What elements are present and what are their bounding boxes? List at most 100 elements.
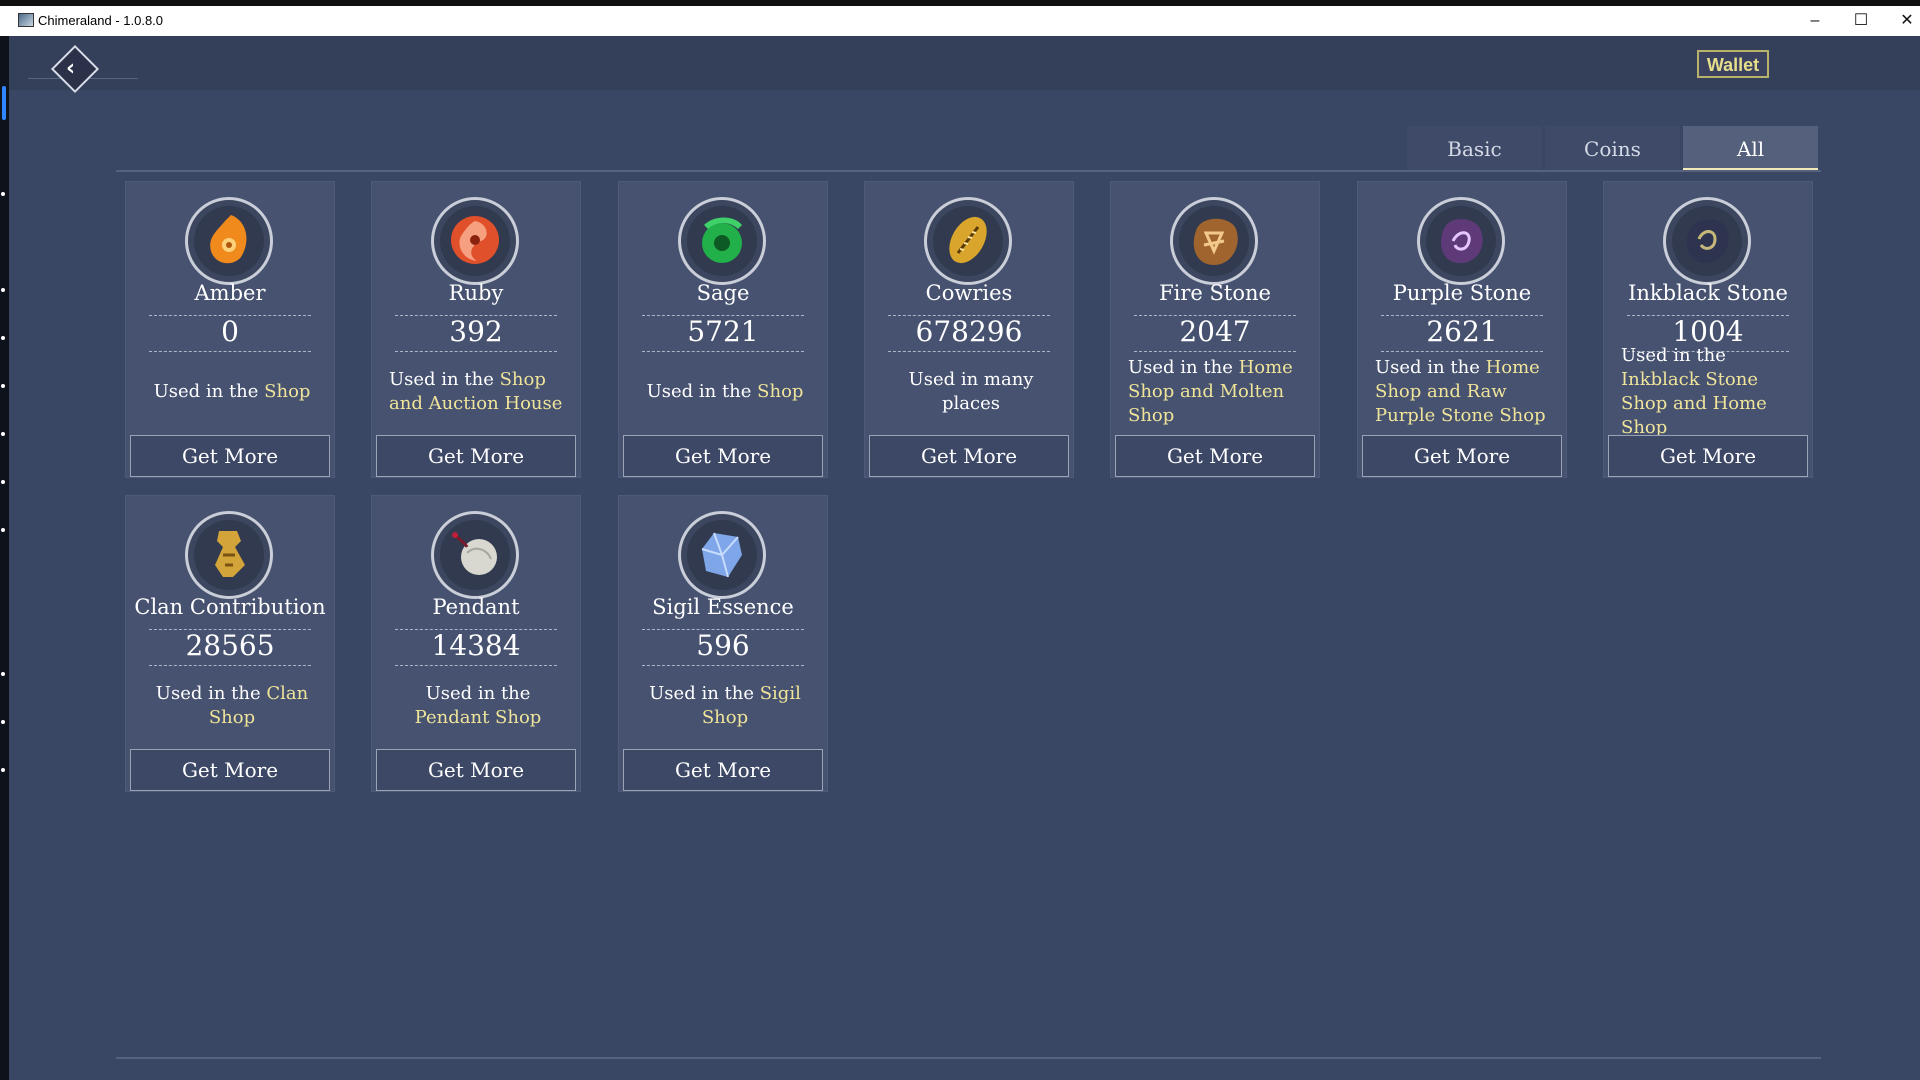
edge-dot xyxy=(1,384,5,388)
currency-name: Inkblack Stone xyxy=(1628,281,1788,305)
left-edge-strip xyxy=(0,36,9,1080)
get-more-button[interactable]: Get More xyxy=(623,435,823,477)
usage-shop-link: Shop xyxy=(757,381,804,402)
get-more-button[interactable]: Get More xyxy=(1608,435,1808,477)
sage-icon xyxy=(702,217,742,263)
currency-name: Sigil Essence xyxy=(652,595,794,619)
currency-card: Fire Stone 2047 Used in the Home Shop and … xyxy=(1110,181,1320,478)
window-title-bar: Chimeraland - 1.0.8.0 – ☐ ✕ xyxy=(0,0,1920,36)
usage-prefix: Used in the xyxy=(153,381,265,402)
edge-highlight xyxy=(2,86,6,120)
currency-name: Pendant xyxy=(432,595,520,619)
get-more-button[interactable]: Get More xyxy=(376,749,576,791)
usage-description: Used in many places xyxy=(882,353,1060,431)
divider xyxy=(395,665,557,666)
currency-count: 2047 xyxy=(1179,315,1251,348)
usage-prefix: Used in the xyxy=(1128,357,1239,378)
currency-count: 678296 xyxy=(915,315,1023,348)
currency-card: Purple Stone 2621 Used in the Home Shop an… xyxy=(1357,181,1567,478)
currency-card: Amber 0 Used in the Shop Get More xyxy=(125,181,335,478)
get-more-button[interactable]: Get More xyxy=(130,435,330,477)
currency-card: Sigil Essence 596 Used in the Sigil Shop Ge… xyxy=(618,495,828,792)
currency-card: Ruby 392 Used in the Shop and Auction Hous… xyxy=(371,181,581,478)
divider xyxy=(642,665,804,666)
window-title: Chimeraland - 1.0.8.0 xyxy=(38,13,164,28)
usage-shop-link: Shop xyxy=(264,381,311,402)
clan-token-icon xyxy=(215,531,245,577)
edge-dot xyxy=(1,480,5,484)
divider xyxy=(888,351,1050,352)
usage-prefix: Used in the xyxy=(1621,345,1726,366)
usage-description: Used in the Pendant Shop xyxy=(389,667,567,745)
tab-basic[interactable]: Basic xyxy=(1407,126,1542,172)
ruby-icon xyxy=(451,216,499,264)
usage-description: Used in the Home Shop and Raw Purple Sto… xyxy=(1375,353,1553,431)
usage-prefix: Used in the xyxy=(155,683,267,704)
currency-count: 5721 xyxy=(687,315,759,348)
get-more-button[interactable]: Get More xyxy=(623,749,823,791)
edge-dot xyxy=(1,528,5,532)
usage-description: Used in the Shop and Auction House xyxy=(389,353,567,431)
get-more-button[interactable]: Get More xyxy=(376,435,576,477)
currency-count: 14384 xyxy=(431,629,521,662)
chevron-left-icon: ‹ xyxy=(66,56,76,81)
wallet-button[interactable]: Wallet xyxy=(1697,50,1769,78)
tab-coins[interactable]: Coins xyxy=(1545,126,1680,172)
currency-name: Sage xyxy=(696,281,750,305)
currency-name: Clan Contribution xyxy=(134,595,326,619)
close-button[interactable]: ✕ xyxy=(1884,6,1920,36)
back-button[interactable]: ‹ xyxy=(28,42,138,98)
edge-dot xyxy=(1,288,5,292)
divider xyxy=(149,351,311,352)
usage-description: Used in the Home Shop and Molten Shop xyxy=(1128,353,1306,431)
edge-dot xyxy=(1,672,5,676)
usage-prefix: Used in the xyxy=(646,381,758,402)
edge-dot xyxy=(1,192,5,196)
currency-name: Cowries xyxy=(925,281,1013,305)
get-more-button[interactable]: Get More xyxy=(1362,435,1562,477)
currency-card: Pendant 14384 Used in the Pendant Shop Get … xyxy=(371,495,581,792)
sigil-crystal-icon xyxy=(701,532,742,578)
edge-dot xyxy=(1,336,5,340)
amber-icon xyxy=(210,215,247,264)
currency-count: 392 xyxy=(449,315,503,348)
divider xyxy=(395,351,557,352)
currency-name: Purple Stone xyxy=(1392,281,1532,305)
currency-count: 28565 xyxy=(185,629,275,662)
divider xyxy=(1381,351,1543,352)
usage-description: Used in the Inkblack Stone Shop and Home… xyxy=(1621,345,1799,438)
usage-description: Used in the Clan Shop xyxy=(143,667,321,745)
usage-prefix: Used in the xyxy=(389,369,500,390)
maximize-button[interactable]: ☐ xyxy=(1838,6,1884,36)
cowrie-shell-icon xyxy=(949,216,987,264)
currency-card: Clan Contribution 28565 Used in the Clan S… xyxy=(125,495,335,792)
purple-stone-icon xyxy=(1441,219,1483,264)
usage-shop-link: Inkblack Stone Shop and Home Shop xyxy=(1621,369,1767,438)
edge-dot xyxy=(1,720,5,724)
currency-count: 2621 xyxy=(1426,315,1498,348)
get-more-button[interactable]: Get More xyxy=(130,749,330,791)
get-more-button[interactable]: Get More xyxy=(1115,435,1315,477)
edge-dot xyxy=(1,768,5,772)
minimize-button[interactable]: – xyxy=(1792,6,1838,36)
currency-count: 596 xyxy=(696,629,750,662)
tabs-divider xyxy=(116,170,1821,172)
usage-description: Used in the Shop xyxy=(143,353,321,431)
app-icon xyxy=(18,13,34,27)
usage-prefix: Used in the xyxy=(649,683,760,704)
usage-description: Used in the Sigil Shop xyxy=(636,667,814,745)
currency-card: Cowries 678296 Used in many places Get More xyxy=(864,181,1074,478)
inkblack-stone-icon xyxy=(1686,219,1729,263)
get-more-button[interactable]: Get More xyxy=(869,435,1069,477)
edge-dot xyxy=(1,432,5,436)
currency-count: 0 xyxy=(221,315,239,348)
tab-all[interactable]: All xyxy=(1683,126,1818,172)
currency-name: Ruby xyxy=(448,281,504,305)
usage-prefix: Used in the xyxy=(1375,357,1486,378)
currency-name: Fire Stone xyxy=(1159,281,1271,305)
currency-name: Amber xyxy=(194,281,266,305)
fire-stone-icon xyxy=(1193,218,1238,265)
usage-prefix: Used in the xyxy=(425,683,531,704)
currency-card: Sage 5721 Used in the Shop Get More xyxy=(618,181,828,478)
usage-description: Used in the Shop xyxy=(636,353,814,431)
